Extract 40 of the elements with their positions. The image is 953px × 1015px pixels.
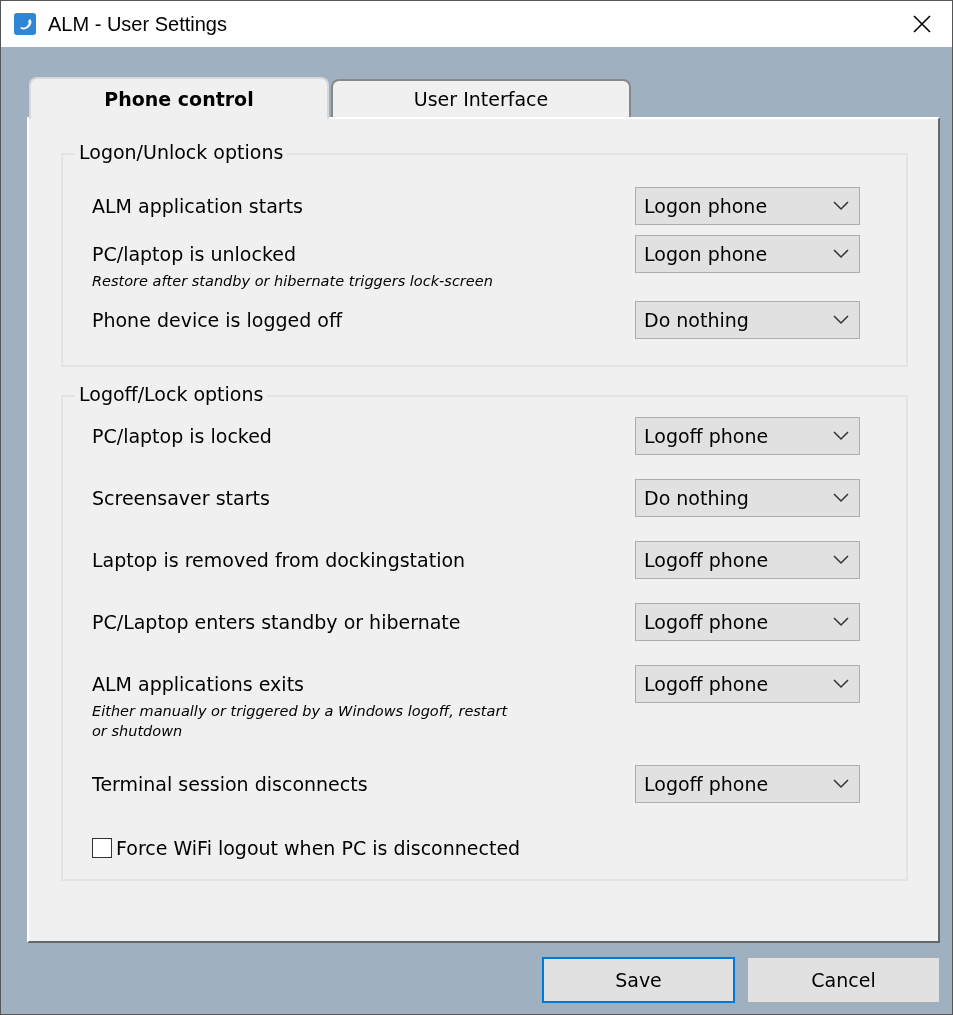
dialog-button[interactable]: Cancel: [747, 957, 940, 1003]
app-icon: [14, 13, 36, 35]
chevron-down-icon: [833, 679, 849, 689]
dialog-button[interactable]: Save: [542, 957, 735, 1003]
checkbox[interactable]: [92, 838, 112, 858]
setting-label: ALM application starts: [92, 195, 303, 217]
chevron-down-icon: [833, 201, 849, 211]
chevron-down-icon: [833, 249, 849, 259]
chevron-down-icon: [833, 493, 849, 503]
dropdown[interactable]: Do nothing: [635, 301, 860, 339]
setting-label: Terminal session disconnects: [92, 773, 368, 795]
tab[interactable]: Phone control: [29, 77, 329, 119]
setting-label: PC/laptop is unlocked: [92, 243, 297, 265]
setting-note: Restore after standby or hibernate triggers lock-screen: [92, 272, 493, 291]
dropdown[interactable]: Logoff phone: [635, 603, 860, 641]
tab[interactable]: User Interface: [331, 79, 631, 117]
window-title: ALM - User Settings: [48, 12, 228, 36]
dropdown[interactable]: Logoff phone: [635, 765, 860, 803]
group-title: Logoff/Lock options: [75, 383, 268, 405]
chevron-down-icon: [833, 431, 849, 441]
group-title: Logon/Unlock options: [75, 141, 288, 163]
setting-label: Phone device is logged off: [92, 309, 343, 331]
dropdown[interactable]: Logoff phone: [635, 417, 860, 455]
chevron-down-icon: [833, 617, 849, 627]
dropdown[interactable]: Logon phone: [635, 187, 860, 225]
dropdown[interactable]: Logoff phone: [635, 541, 860, 579]
setting-label: PC/laptop is locked: [92, 425, 272, 447]
dropdown[interactable]: Logoff phone: [635, 665, 860, 703]
setting-label: Laptop is removed from dockingstation: [92, 549, 466, 571]
setting-label: PC/Laptop enters standby or hibernate: [92, 611, 461, 633]
setting-label: Screensaver starts: [92, 487, 270, 509]
chevron-down-icon: [833, 555, 849, 565]
chevron-down-icon: [833, 315, 849, 325]
chevron-down-icon: [833, 779, 849, 789]
setting-label: ALM applications exits: [92, 673, 305, 695]
setting-note: Either manually or triggered by a Windows logoff, restart or shutdown: [92, 702, 509, 741]
close-icon: [912, 14, 932, 34]
checkbox-label[interactable]: Force WiFi logout when PC is disconnected: [116, 837, 521, 859]
dropdown[interactable]: Logon phone: [635, 235, 860, 273]
dropdown[interactable]: Do nothing: [635, 479, 860, 517]
